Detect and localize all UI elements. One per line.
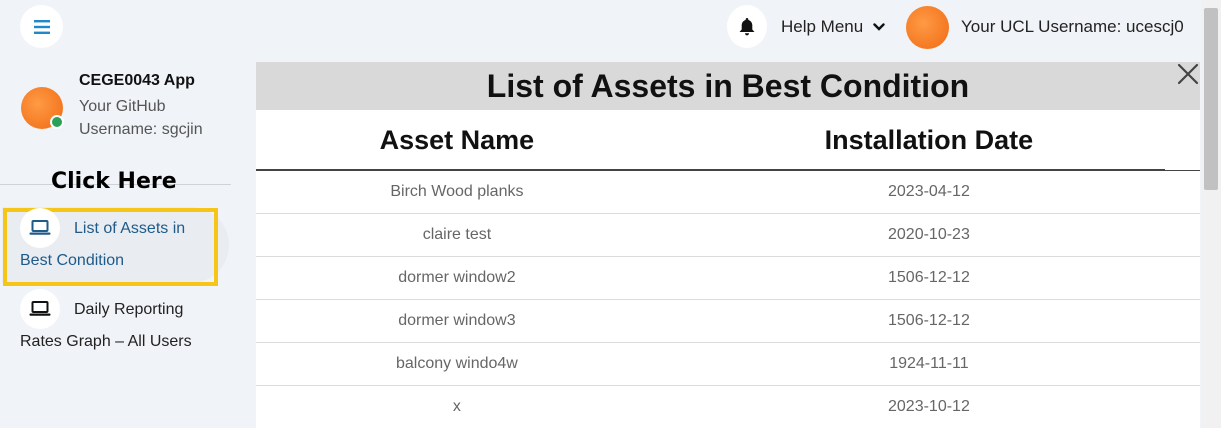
help-menu-dropdown[interactable]: Help Menu bbox=[781, 17, 885, 37]
assets-panel: List of Assets in Best Condition Asset N… bbox=[256, 62, 1200, 428]
help-menu-label: Help Menu bbox=[781, 17, 864, 36]
panel-title: List of Assets in Best Condition bbox=[486, 67, 970, 104]
hamburger-menu-button[interactable] bbox=[20, 5, 63, 48]
installation-date-cell: 2020-10-23 bbox=[657, 213, 1200, 257]
installation-date-cell: 1506-12-12 bbox=[657, 299, 1200, 343]
asset-name-cell: balcony windo4w bbox=[256, 342, 658, 386]
user-avatar[interactable] bbox=[906, 6, 949, 49]
installation-date-cell: 2023-04-12 bbox=[888, 183, 970, 200]
asset-name-cell: dormer window2 bbox=[256, 256, 658, 300]
panel-header: List of Assets in Best Condition bbox=[256, 62, 1200, 110]
bell-icon bbox=[739, 17, 755, 35]
asset-name-cell: x bbox=[256, 385, 658, 428]
table-header-row: Asset Name Installation Date bbox=[256, 110, 1200, 171]
table-row: dormer window2 1506-12-12 bbox=[256, 256, 1200, 300]
table-row: claire test 2020-10-23 bbox=[256, 213, 1200, 257]
installation-date-cell: 1506-12-12 bbox=[657, 256, 1200, 300]
sidebar-item-daily-reporting[interactable]: Daily Reporting Rates Graph – All Users bbox=[20, 294, 220, 358]
table-row: Birch Wood planks 2023-04-12 bbox=[256, 171, 1200, 214]
notifications-button[interactable] bbox=[727, 5, 767, 48]
app-name: CEGE0043 App bbox=[79, 72, 195, 89]
hamburger-icon bbox=[33, 19, 50, 34]
assets-table: Asset Name Installation Date Birch Wood … bbox=[256, 110, 1200, 428]
table-row: balcony windo4w 1924-11-11 bbox=[256, 342, 1200, 386]
online-status-indicator bbox=[50, 115, 64, 129]
ucl-username-label: Your UCL Username: ucescj0 bbox=[961, 17, 1184, 36]
column-header-installation-date: Installation Date bbox=[824, 124, 1034, 155]
table-header-divider bbox=[256, 169, 1165, 170]
asset-name-cell: Birch Wood planks bbox=[390, 183, 524, 200]
scrollbar-thumb[interactable] bbox=[1204, 8, 1218, 190]
sidebar-item-label[interactable]: List of Assets in Best Condition bbox=[20, 213, 220, 277]
column-header-asset-name: Asset Name bbox=[379, 124, 535, 155]
click-here-annotation: Click Here bbox=[51, 169, 177, 194]
github-username: Your GitHub Username: sgcjin bbox=[79, 98, 203, 138]
installation-date-cell: 1924-11-11 bbox=[657, 342, 1200, 386]
table-row: x 2023-10-12 bbox=[256, 385, 1200, 428]
installation-date-cell: 2023-10-12 bbox=[657, 385, 1200, 428]
table-row: dormer window3 1506-12-12 bbox=[256, 299, 1200, 343]
chevron-down-icon bbox=[873, 23, 885, 31]
asset-name-cell: claire test bbox=[256, 213, 658, 257]
close-icon[interactable] bbox=[1176, 62, 1200, 86]
asset-name-cell: dormer window3 bbox=[256, 299, 658, 343]
